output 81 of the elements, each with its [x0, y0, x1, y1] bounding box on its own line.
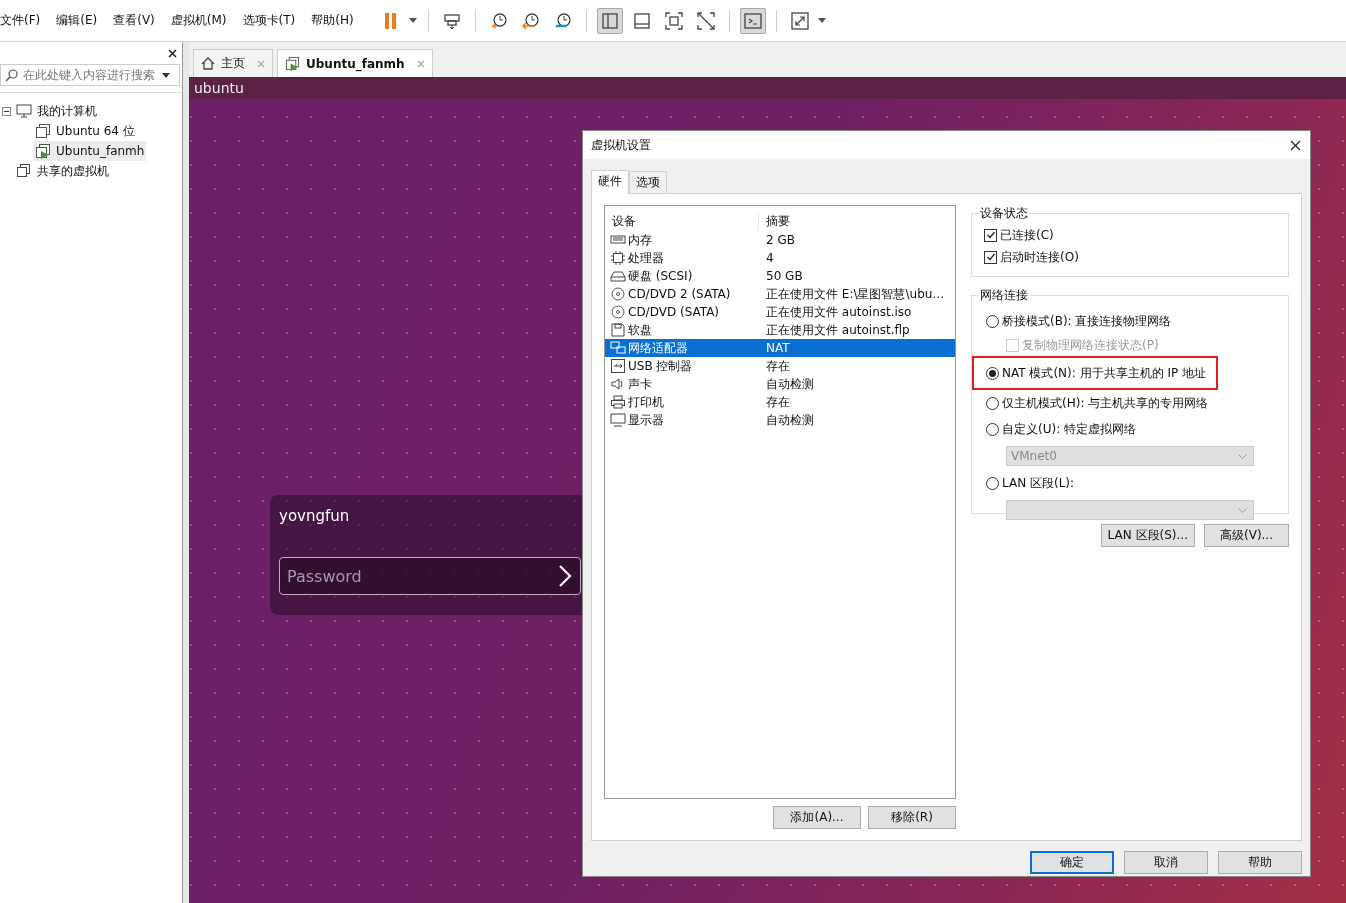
search-field[interactable]: 在此处键入内容进行搜索	[0, 64, 180, 86]
caret-icon[interactable]	[407, 17, 418, 24]
checkbox-option[interactable]: 已连接(C)	[984, 224, 1276, 246]
device-row[interactable]: CD/DVD (SATA) 正在使用文件 autoinst.iso	[605, 303, 955, 321]
user-name: yovngfun	[279, 507, 351, 525]
usb-icon	[610, 359, 626, 373]
menu-item[interactable]: 虚拟机(M)	[170, 12, 235, 29]
layout-icon[interactable]	[596, 7, 623, 34]
tab[interactable]: 选项	[629, 171, 667, 193]
radio-button[interactable]	[986, 476, 999, 490]
device-row[interactable]: 网络适配器 NAT	[605, 339, 955, 357]
memory-icon	[610, 233, 626, 247]
column-header: 设备	[605, 212, 759, 230]
dialog-title: 虚拟机设置	[591, 136, 651, 154]
radio-option[interactable]: NAT 模式(N): 用于共享主机的 IP 地址	[972, 356, 1218, 390]
menu-item[interactable]: 查看(V)	[113, 12, 163, 29]
dialog-button[interactable]: 帮助	[1218, 851, 1302, 874]
password-field[interactable]: Password	[279, 557, 581, 595]
sound-icon	[610, 377, 626, 391]
dialog-button[interactable]: 添加(A)...	[773, 806, 861, 829]
menu-item[interactable]: 编辑(E)	[56, 12, 106, 29]
floppy-icon	[610, 323, 626, 337]
group-title: 网络连接	[979, 287, 1029, 304]
close-icon[interactable]	[1290, 139, 1301, 151]
monitor-icon	[16, 104, 32, 118]
tree-item[interactable]: Ubuntu 64 位	[33, 121, 137, 141]
device-row[interactable]: USB 控制器 存在	[605, 357, 955, 375]
tree-item[interactable]: Ubuntu_fanmh	[33, 141, 147, 161]
chevron-down-icon	[1238, 453, 1247, 459]
tab[interactable]: Ubuntu_fanmh	[277, 49, 433, 77]
device-row[interactable]: 打印机 存在	[605, 393, 955, 411]
dialog-button[interactable]: 取消	[1124, 851, 1208, 874]
printer-icon	[610, 395, 626, 409]
collapse-icon[interactable]	[2, 106, 11, 116]
column-header: 摘要	[765, 212, 791, 230]
radio-option[interactable]: 仅主机模式(H): 与主机共享的专用网络	[972, 390, 1219, 416]
menu-item[interactable]: 文件(F)	[0, 12, 49, 29]
device-row[interactable]: 软盘 正在使用文件 autoinst.flp	[605, 321, 955, 339]
screen-title: ubuntu	[189, 77, 1346, 99]
dialog-button[interactable]: LAN 区段(S)...	[1100, 524, 1195, 547]
caret-icon[interactable]	[816, 17, 827, 24]
checkbox-option[interactable]: 启动时连接(O)	[984, 246, 1276, 268]
menu-item[interactable]: 帮助(H)	[311, 12, 362, 29]
device-row[interactable]: 处理器 4	[605, 249, 955, 267]
windows-icon	[16, 164, 32, 178]
tree-item[interactable]: 我的计算机	[0, 101, 99, 121]
radio-button[interactable]	[986, 366, 999, 380]
group-title: 设备状态	[979, 205, 1029, 222]
cdrom-icon	[610, 305, 626, 319]
display-icon	[610, 413, 626, 427]
console-icon[interactable]	[739, 7, 766, 34]
search-icon	[5, 68, 19, 82]
tab[interactable]: 主页	[193, 49, 273, 77]
dialog-button[interactable]: 移除(R)	[868, 806, 956, 829]
radio-button[interactable]	[986, 396, 999, 410]
device-row[interactable]: 显示器 自动检测	[605, 411, 955, 429]
dialog-button[interactable]: 高级(V)...	[1204, 524, 1289, 547]
cpu-icon	[610, 251, 626, 265]
radio-option[interactable]: 自定义(U): 特定虚拟网络	[972, 416, 1146, 442]
radio-button[interactable]	[986, 422, 999, 436]
radio-option[interactable]: LAN 区段(L):	[972, 470, 1085, 496]
cdrom-icon	[610, 287, 626, 301]
menu-item[interactable]: 选项卡(T)	[242, 12, 304, 29]
home-icon	[201, 57, 215, 70]
dialog-button[interactable]: 确定	[1030, 851, 1114, 874]
caret-icon[interactable]	[162, 72, 170, 78]
chevron-right-icon[interactable]	[558, 564, 572, 588]
checkbox[interactable]	[984, 250, 997, 264]
checkbox[interactable]	[984, 228, 997, 242]
tab[interactable]: 硬件	[591, 170, 629, 194]
device-row[interactable]: 硬盘 (SCSI) 50 GB	[605, 267, 955, 285]
running-vm-icon	[285, 56, 300, 71]
close-icon[interactable]	[168, 48, 177, 58]
network-icon	[610, 341, 626, 355]
device-row[interactable]: 声卡 自动检测	[605, 375, 955, 393]
tree-item[interactable]: 共享的虚拟机	[0, 161, 111, 181]
device-row[interactable]: CD/DVD 2 (SATA) 正在使用文件 E:\星图智慧\ubu…	[605, 285, 955, 303]
chevron-down-icon	[1238, 507, 1247, 513]
device-row[interactable]: 内存 2 GB	[605, 231, 955, 249]
radio-button[interactable]	[986, 314, 999, 328]
radio-option[interactable]: 桥接模式(B): 直接连接物理网络	[972, 308, 1182, 334]
